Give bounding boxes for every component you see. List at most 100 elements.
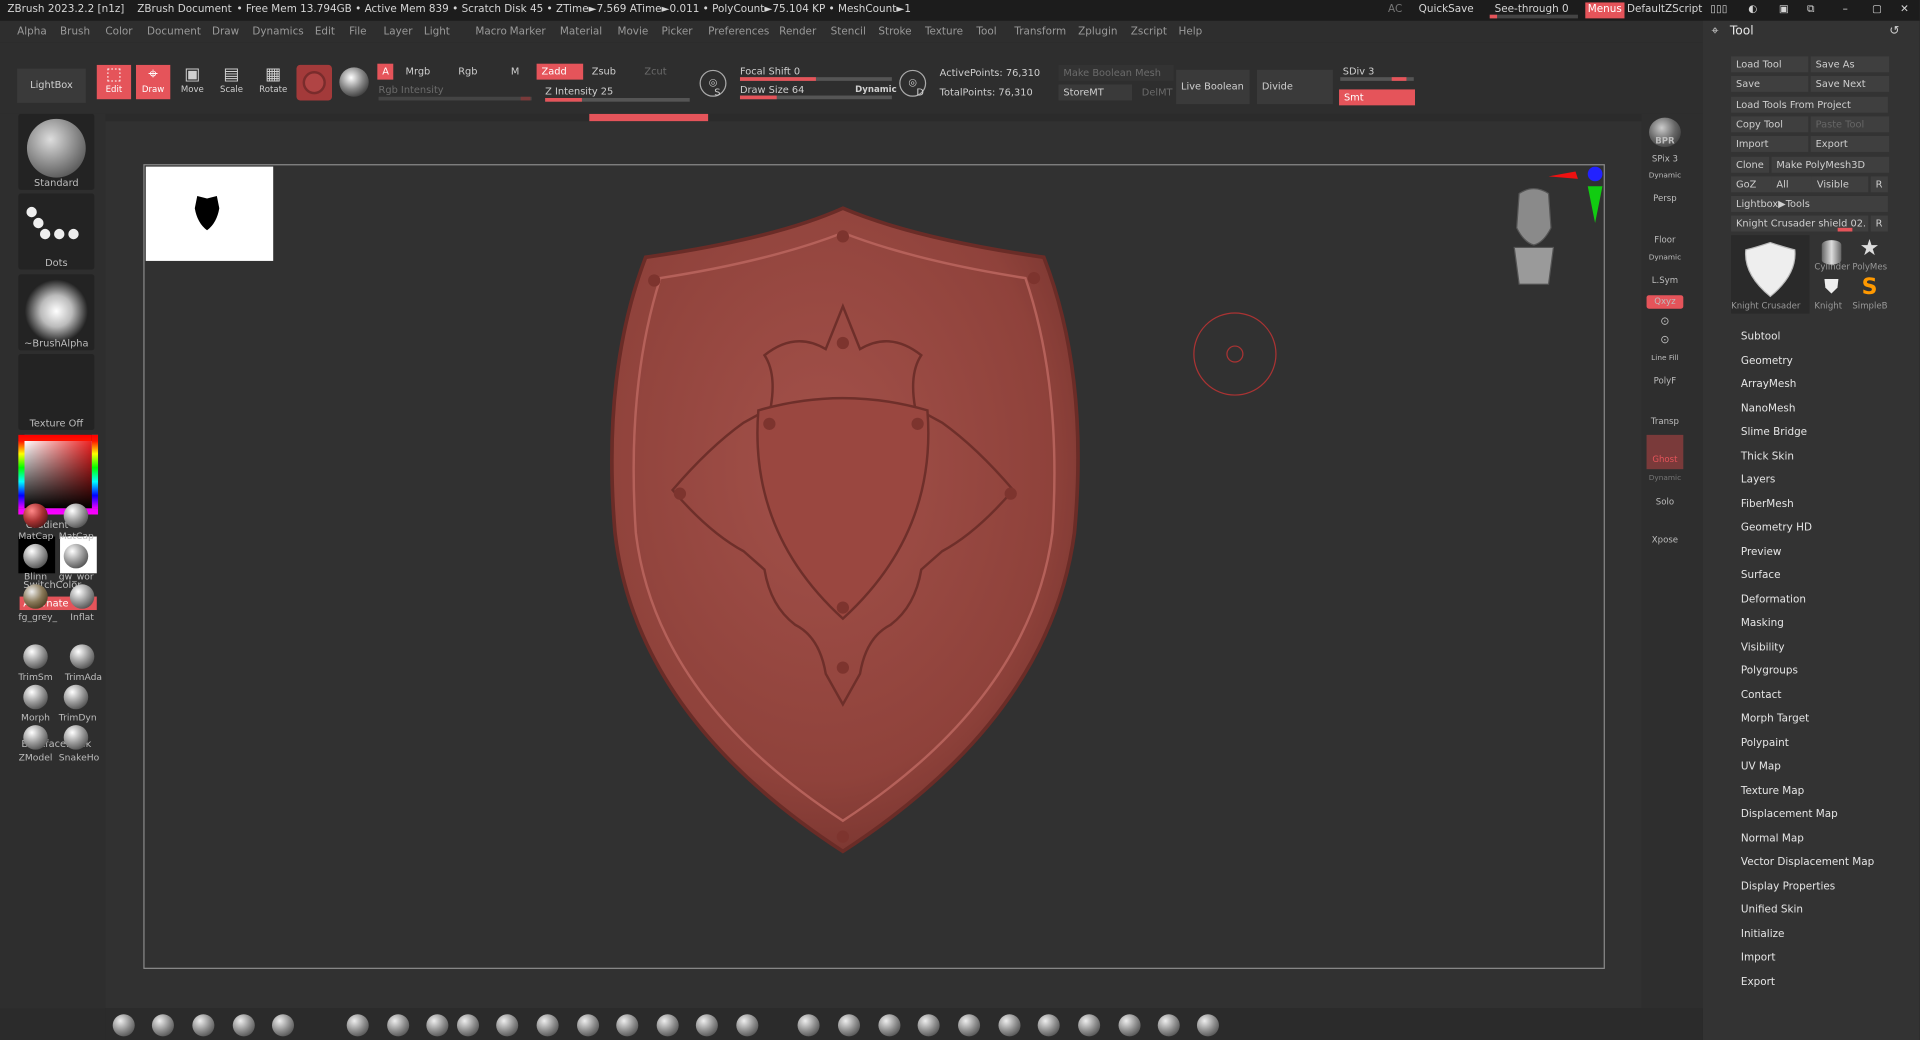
- tool-button-clone[interactable]: Clone: [1731, 156, 1770, 173]
- navigation-gizmo[interactable]: [1502, 166, 1605, 289]
- shelf-brush-icon[interactable]: [616, 1014, 639, 1037]
- shelf-brush-icon[interactable]: [426, 1014, 449, 1037]
- rgb-intensity-track[interactable]: [378, 96, 532, 101]
- solo-button[interactable]: Solo: [1647, 497, 1684, 507]
- m-button[interactable]: M: [506, 64, 524, 80]
- zadd-button[interactable]: Zadd: [536, 63, 584, 80]
- tool-menu-fibermesh[interactable]: FiberMesh: [1741, 498, 1794, 510]
- material-0[interactable]: MatCap: [18, 503, 53, 541]
- menu-macro[interactable]: Macro: [475, 21, 507, 43]
- menu-movie[interactable]: Movie: [617, 21, 648, 43]
- tool-menu-geometry[interactable]: Geometry: [1741, 355, 1793, 367]
- color-scheme-icon[interactable]: ◐: [1748, 0, 1757, 21]
- shelf-brush-icon[interactable]: [695, 1014, 718, 1037]
- menu-light[interactable]: Light: [424, 21, 450, 43]
- shelf-brush-icon[interactable]: [998, 1014, 1021, 1037]
- shelf-brush-icon[interactable]: [1118, 1014, 1141, 1037]
- material-6[interactable]: TrimSm: [18, 644, 53, 682]
- material-11[interactable]: SnakeHo: [59, 725, 99, 763]
- tool-menu-uv-map[interactable]: UV Map: [1741, 761, 1781, 773]
- live-boolean-button[interactable]: Live Boolean: [1176, 69, 1250, 105]
- edit-button[interactable]: ⬚ Edit: [96, 64, 132, 100]
- tool-button-save-as[interactable]: Save As: [1810, 56, 1890, 73]
- shelf-brush-icon[interactable]: [1157, 1014, 1180, 1037]
- tool-menu-displacement-map[interactable]: Displacement Map: [1741, 808, 1838, 820]
- lightbox-button[interactable]: LightBox: [17, 68, 86, 103]
- menu-file[interactable]: File: [349, 21, 366, 43]
- menu-texture[interactable]: Texture: [925, 21, 963, 43]
- local-sym-button[interactable]: L.Sym: [1647, 276, 1684, 286]
- storemt-button[interactable]: StoreMT: [1058, 84, 1133, 101]
- window-layout-icon[interactable]: ▣: [1779, 0, 1789, 21]
- tool-menu-vector-displacement-map[interactable]: Vector Displacement Map: [1741, 856, 1874, 868]
- polypaint-sphere-icon[interactable]: [339, 67, 369, 97]
- close-icon[interactable]: ✕: [1900, 0, 1909, 21]
- see-through-track[interactable]: [1489, 14, 1578, 19]
- ghost-button[interactable]: Ghost: [1646, 434, 1684, 470]
- move-button[interactable]: ▣ Move: [175, 65, 209, 99]
- smt-toggle[interactable]: Smt: [1339, 89, 1416, 106]
- z-intensity-slider[interactable]: Z Intensity 25: [540, 83, 618, 99]
- menu-brush[interactable]: Brush: [60, 21, 90, 43]
- maximize-icon[interactable]: ▢: [1872, 0, 1882, 21]
- shelf-brush-icon[interactable]: [917, 1014, 940, 1037]
- tool-name-slider[interactable]: [1837, 227, 1853, 232]
- shelf-brush-icon[interactable]: [837, 1014, 861, 1037]
- shelf-brush-icon[interactable]: [232, 1014, 255, 1037]
- line-fill-toggle[interactable]: Line Fill: [1647, 354, 1684, 363]
- tool-button-paste-tool[interactable]: Paste Tool: [1810, 116, 1890, 133]
- shelf-brush-icon[interactable]: [797, 1014, 820, 1037]
- transp-button[interactable]: Transp: [1647, 416, 1684, 426]
- zcut-button[interactable]: Zcut: [640, 64, 672, 80]
- menu-transform[interactable]: Transform: [1014, 21, 1066, 43]
- tool-menu-morph-target[interactable]: Morph Target: [1741, 713, 1809, 725]
- shelf-brush-icon[interactable]: [958, 1014, 981, 1037]
- menu-color[interactable]: Color: [105, 21, 132, 43]
- shield-model[interactable]: [609, 202, 1082, 857]
- tool-button-r[interactable]: R: [1870, 215, 1888, 232]
- dynamic-toggle[interactable]: Dynamic: [850, 82, 901, 98]
- tool-menu-slime-bridge[interactable]: Slime Bridge: [1741, 426, 1807, 438]
- tool-button-all[interactable]: All: [1771, 176, 1812, 193]
- tool-menu-initialize[interactable]: Initialize: [1741, 928, 1785, 940]
- focal-icon[interactable]: ◎: [699, 69, 727, 97]
- menu-stroke[interactable]: Stroke: [878, 21, 911, 43]
- focal-shift-track[interactable]: [739, 77, 892, 81]
- menu-dynamics[interactable]: Dynamics: [252, 21, 303, 43]
- material-8[interactable]: Morph: [18, 684, 52, 723]
- help-icon[interactable]: ⧉: [1807, 0, 1814, 21]
- shelf-brush-icon[interactable]: [878, 1014, 901, 1037]
- material-3[interactable]: gw_wor: [59, 543, 94, 582]
- polyf-button[interactable]: PolyF: [1647, 376, 1684, 386]
- menu-layer[interactable]: Layer: [383, 21, 412, 43]
- xyz-toggle[interactable]: Qxyz: [1646, 295, 1684, 309]
- quicksave-button[interactable]: QuickSave: [1419, 0, 1474, 21]
- tool-menu-polygroups[interactable]: Polygroups: [1741, 665, 1798, 677]
- tool-menu-masking[interactable]: Masking: [1741, 617, 1784, 629]
- tool-menu-surface[interactable]: Surface: [1741, 570, 1781, 582]
- shelf-brush-icon[interactable]: [1037, 1014, 1060, 1037]
- menu-alpha[interactable]: Alpha: [17, 21, 47, 43]
- sdiv-track[interactable]: [1340, 77, 1414, 81]
- menu-preferences[interactable]: Preferences: [708, 21, 769, 43]
- tool-button-copy-tool[interactable]: Copy Tool: [1731, 116, 1809, 133]
- tool-button-save[interactable]: Save: [1731, 75, 1809, 92]
- menus-toggle[interactable]: Menus: [1585, 2, 1625, 19]
- spix-slider[interactable]: SPix 3: [1647, 154, 1684, 164]
- material-swatch[interactable]: [296, 64, 333, 101]
- tool-menu-subtool[interactable]: Subtool: [1741, 331, 1781, 343]
- shelf-brush-icon[interactable]: [192, 1014, 215, 1037]
- shelf-brush-icon[interactable]: [346, 1014, 369, 1037]
- tool-button-goz[interactable]: GoZ: [1731, 176, 1772, 193]
- menu-draw[interactable]: Draw: [212, 21, 239, 43]
- tool-menu-texture-map[interactable]: Texture Map: [1741, 785, 1804, 797]
- z-intensity-track[interactable]: [545, 97, 690, 102]
- shelf-brush-icon[interactable]: [656, 1014, 679, 1037]
- menu-stencil[interactable]: Stencil: [831, 21, 866, 43]
- mrgb-button[interactable]: Mrgb: [401, 64, 436, 80]
- tool-button-visible[interactable]: Visible: [1811, 176, 1869, 193]
- material-9[interactable]: TrimDyn: [59, 684, 97, 723]
- minimize-icon[interactable]: –: [1843, 0, 1848, 21]
- tool-button-load-tool[interactable]: Load Tool: [1731, 56, 1809, 73]
- shelf-brush-icon[interactable]: [577, 1014, 600, 1037]
